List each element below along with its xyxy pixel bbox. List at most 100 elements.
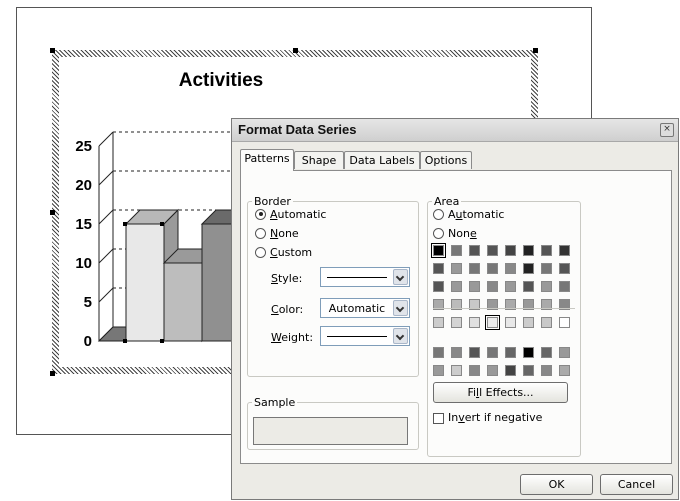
color-swatch[interactable]	[559, 317, 570, 328]
color-swatch[interactable]	[559, 263, 570, 274]
area-none-radio[interactable]	[433, 227, 444, 239]
weight-label-text: eight:	[281, 331, 314, 344]
selection-handle	[160, 339, 164, 343]
border-none-option[interactable]: None	[255, 225, 299, 241]
color-swatch[interactable]	[451, 317, 462, 328]
color-swatch[interactable]	[541, 365, 552, 376]
border-none-radio[interactable]	[255, 227, 266, 239]
invert-prefix: In	[448, 411, 459, 424]
tab-options[interactable]: Options	[420, 151, 472, 169]
color-swatch[interactable]	[523, 263, 534, 274]
color-swatch[interactable]	[523, 317, 534, 328]
color-swatch[interactable]	[505, 245, 516, 256]
chevron-down-icon[interactable]	[393, 328, 408, 344]
weight-dropdown[interactable]	[320, 326, 410, 346]
color-value: Automatic	[328, 302, 386, 315]
ok-button[interactable]: OK	[520, 474, 593, 495]
style-key: S	[271, 272, 278, 285]
weight-key: W	[271, 331, 282, 344]
color-swatch[interactable]	[559, 245, 570, 256]
style-label: Style:	[271, 272, 302, 285]
chevron-down-icon[interactable]	[393, 269, 408, 285]
area-automatic-radio[interactable]	[433, 208, 444, 220]
gridline-diagonal	[98, 170, 114, 186]
line-weight-sample	[327, 336, 387, 337]
color-swatch[interactable]	[487, 365, 498, 376]
color-swatch[interactable]	[559, 347, 570, 358]
fill-effects-button[interactable]: Fill Effects...	[433, 382, 568, 403]
area-automatic-label: tomatic	[462, 207, 505, 221]
color-swatch[interactable]	[487, 263, 498, 274]
style-dropdown[interactable]	[320, 267, 410, 287]
tab-patterns[interactable]: Patterns	[240, 149, 294, 171]
color-swatch[interactable]	[451, 347, 462, 358]
close-icon: ×	[663, 124, 671, 134]
color-swatch[interactable]	[433, 365, 444, 376]
border-custom-option[interactable]: Custom	[255, 244, 312, 260]
color-swatch[interactable]	[559, 281, 570, 292]
invert-if-negative-checkbox[interactable]	[433, 413, 444, 424]
close-button[interactable]: ×	[660, 123, 674, 137]
color-swatch[interactable]	[469, 245, 480, 256]
color-swatch[interactable]	[451, 281, 462, 292]
gridline-diagonal	[98, 131, 114, 147]
color-swatch[interactable]	[523, 365, 534, 376]
color-swatch[interactable]	[505, 281, 516, 292]
border-none-key: N	[270, 226, 279, 240]
color-swatch[interactable]	[469, 281, 480, 292]
patterns-panel: Border Automatic None Custom Style: Colo…	[240, 170, 672, 464]
tab-shape[interactable]: Shape	[294, 151, 344, 169]
border-automatic-option[interactable]: Automatic	[255, 206, 326, 222]
line-style-sample	[327, 277, 387, 278]
color-swatch[interactable]	[541, 347, 552, 358]
color-swatch[interactable]	[433, 263, 444, 274]
color-swatch[interactable]	[433, 317, 444, 328]
color-swatch[interactable]	[469, 317, 480, 328]
color-swatch[interactable]	[505, 317, 516, 328]
dialog-titlebar[interactable]: Format Data Series ×	[232, 119, 678, 142]
area-automatic-option[interactable]: Au tomatic	[433, 206, 504, 222]
color-swatch[interactable]	[559, 365, 570, 376]
area-automatic-key: u	[455, 207, 463, 221]
tab-data-labels[interactable]: Data Labels	[344, 151, 420, 169]
color-dropdown[interactable]: Automatic	[320, 298, 410, 318]
color-swatch[interactable]	[487, 245, 498, 256]
color-swatch[interactable]	[485, 315, 500, 330]
invert-if-negative-label[interactable]: Invert if negative	[448, 411, 542, 424]
color-swatch[interactable]	[451, 245, 462, 256]
color-swatch[interactable]	[541, 263, 552, 274]
selection-handle	[160, 222, 164, 226]
color-swatch[interactable]	[541, 245, 552, 256]
color-swatch[interactable]	[505, 365, 516, 376]
cancel-button[interactable]: Cancel	[600, 474, 673, 495]
color-swatch[interactable]	[523, 347, 534, 358]
color-key: C	[271, 303, 279, 316]
color-swatch[interactable]	[523, 245, 534, 256]
border-automatic-key: A	[270, 207, 278, 221]
color-swatch[interactable]	[487, 347, 498, 358]
color-swatch[interactable]	[541, 281, 552, 292]
color-swatch[interactable]	[433, 347, 444, 358]
format-data-series-dialog: Format Data Series × Patterns Shape Data…	[231, 118, 679, 500]
color-swatch[interactable]	[505, 347, 516, 358]
color-swatch[interactable]	[541, 317, 552, 328]
color-swatch[interactable]	[487, 281, 498, 292]
color-swatch[interactable]	[469, 263, 480, 274]
color-swatch[interactable]	[505, 263, 516, 274]
gridline-diagonal	[98, 209, 114, 225]
color-swatch[interactable]	[469, 365, 480, 376]
border-custom-radio[interactable]	[255, 246, 266, 258]
chevron-down-icon[interactable]	[393, 300, 408, 316]
color-swatch[interactable]	[433, 281, 444, 292]
color-swatch[interactable]	[451, 365, 462, 376]
bar	[125, 223, 165, 342]
area-automatic-prefix: A	[448, 207, 456, 221]
color-swatch[interactable]	[469, 347, 480, 358]
color-swatch[interactable]	[523, 281, 534, 292]
area-none-option[interactable]: Non e	[433, 225, 477, 241]
color-label: Color:	[271, 303, 303, 316]
border-automatic-radio[interactable]	[255, 208, 266, 220]
color-swatch[interactable]	[431, 243, 446, 258]
gridline-diagonal	[98, 248, 114, 264]
color-swatch[interactable]	[451, 263, 462, 274]
